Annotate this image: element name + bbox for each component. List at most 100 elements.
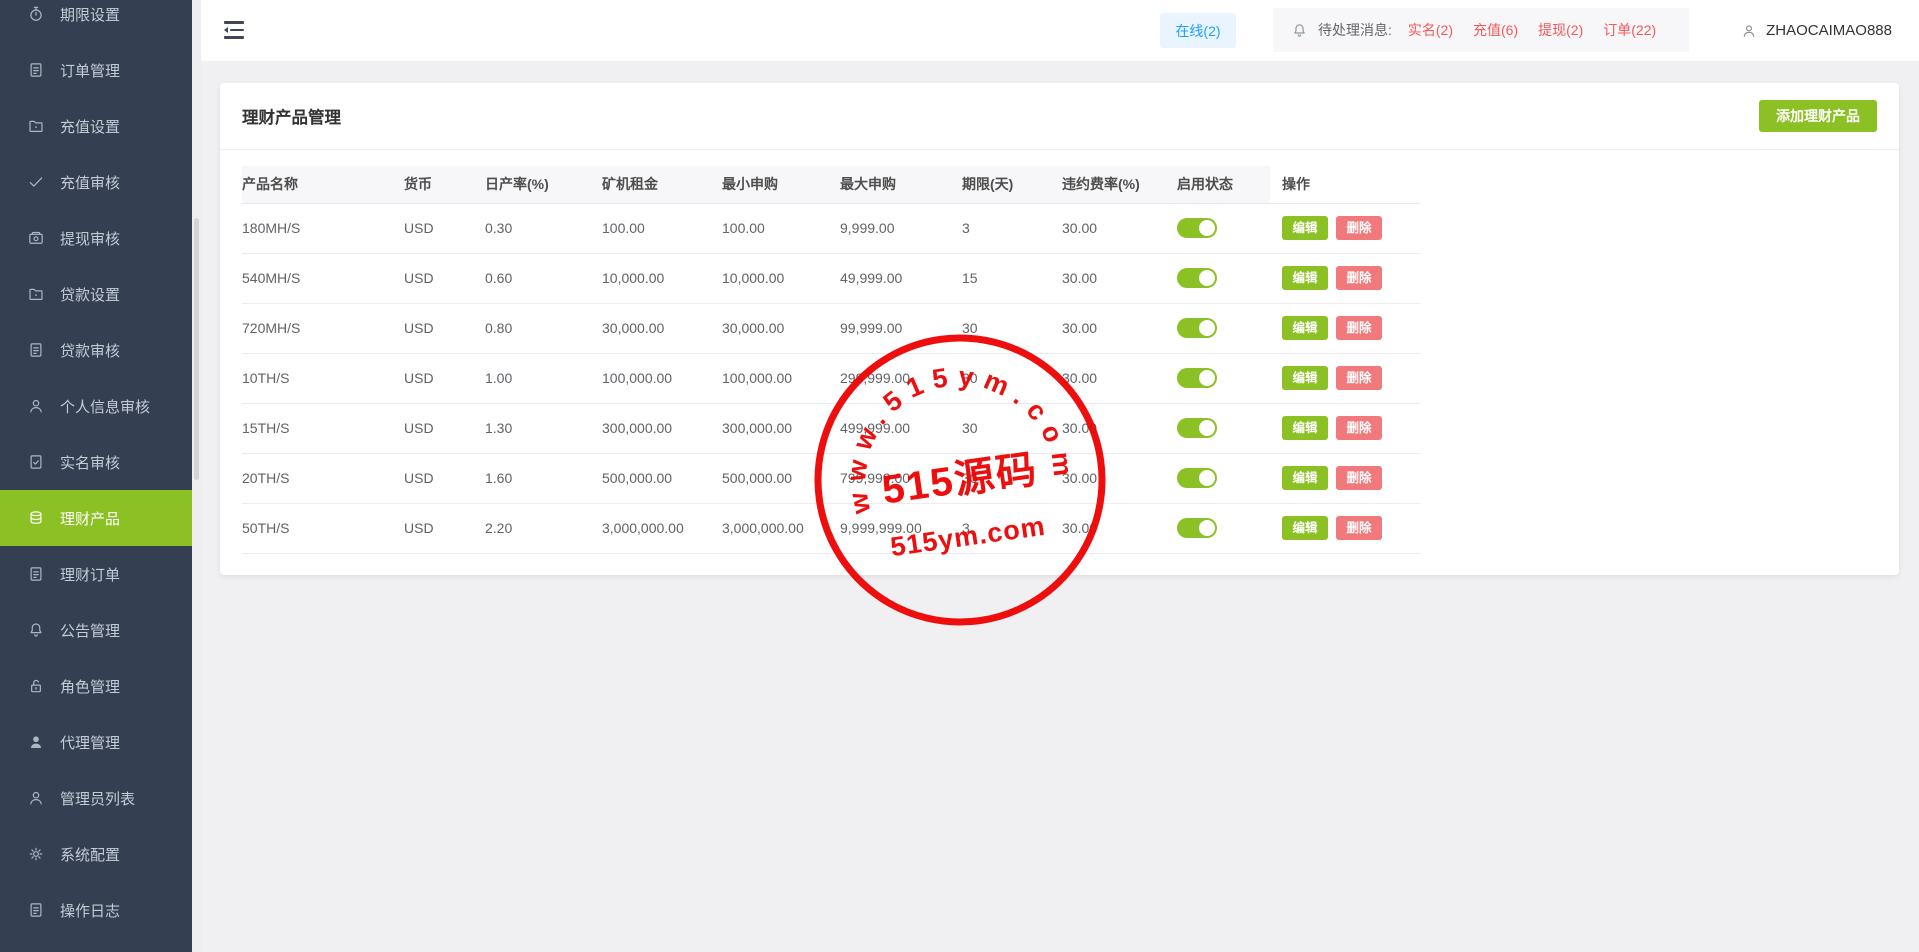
sidebar-item-11[interactable]: 公告管理 xyxy=(0,602,192,658)
cell-machine-rent: 500,000.00 xyxy=(602,453,722,503)
edit-button[interactable]: 编辑 xyxy=(1282,316,1328,340)
gear-icon xyxy=(27,845,45,863)
sidebar-item-15[interactable]: 系统配置 xyxy=(0,826,192,882)
cell-actions: 编辑删除 xyxy=(1270,353,1420,403)
pending-realname-link[interactable]: 实名(2) xyxy=(1408,20,1453,40)
sidebar-item-16[interactable]: 操作日志 xyxy=(0,882,192,938)
enable-toggle[interactable] xyxy=(1177,518,1217,538)
sidebar-item-3[interactable]: 充值审核 xyxy=(0,154,192,210)
column-header-1: 货币 xyxy=(404,166,485,203)
sidebar-menu: 期限设置订单管理充值设置充值审核提现审核贷款设置贷款审核个人信息审核实名审核理财… xyxy=(0,0,192,938)
cell-product-name: 180MH/S xyxy=(242,203,404,253)
folder-icon xyxy=(27,285,45,303)
table-row: 20TH/SUSD1.60500,000.00500,000.00799,999… xyxy=(242,453,1420,503)
enable-toggle[interactable] xyxy=(1177,368,1217,388)
cell-max-purchase: 799,999.00 xyxy=(840,453,962,503)
sidebar-item-7[interactable]: 个人信息审核 xyxy=(0,378,192,434)
cell-currency: USD xyxy=(404,303,485,353)
delete-button[interactable]: 删除 xyxy=(1336,416,1382,440)
enable-toggle[interactable] xyxy=(1177,318,1217,338)
hamburger-bar xyxy=(224,21,244,24)
page-title: 理财产品管理 xyxy=(242,104,341,128)
edit-button[interactable]: 编辑 xyxy=(1282,216,1328,240)
sidebar-item-label: 充值审核 xyxy=(60,172,120,193)
table-row: 720MH/SUSD0.8030,000.0030,000.0099,999.0… xyxy=(242,303,1420,353)
sidebar-item-5[interactable]: 贷款设置 xyxy=(0,266,192,322)
delete-button[interactable]: 删除 xyxy=(1336,466,1382,490)
pending-recharge-link[interactable]: 充值(6) xyxy=(1473,20,1518,40)
sidebar-item-label: 管理员列表 xyxy=(60,788,135,809)
sidebar-item-14[interactable]: 管理员列表 xyxy=(0,770,192,826)
user-menu[interactable]: ZHAOCAIMAO888 xyxy=(1741,0,1892,61)
sidebar-scrollbar-thumb[interactable] xyxy=(194,218,199,480)
cell-period-days: 30 xyxy=(962,353,1062,403)
cell-penalty-rate: 30.00 xyxy=(1062,403,1177,453)
cell-machine-rent: 100,000.00 xyxy=(602,353,722,403)
enable-toggle[interactable] xyxy=(1177,468,1217,488)
cell-actions: 编辑删除 xyxy=(1270,403,1420,453)
sidebar-item-label: 角色管理 xyxy=(60,676,120,697)
delete-button[interactable]: 删除 xyxy=(1336,516,1382,540)
bell-icon xyxy=(1291,22,1308,39)
online-count-badge[interactable]: 在线(2) xyxy=(1160,13,1236,48)
column-header-7: 违约费率(%) xyxy=(1062,166,1177,203)
cell-daily-rate: 0.80 xyxy=(485,303,602,353)
toggle-knob xyxy=(1199,320,1215,336)
column-header-3: 矿机租金 xyxy=(602,166,722,203)
cell-currency: USD xyxy=(404,453,485,503)
enable-toggle[interactable] xyxy=(1177,218,1217,238)
cell-daily-rate: 1.00 xyxy=(485,353,602,403)
sidebar-item-4[interactable]: 提现审核 xyxy=(0,210,192,266)
product-management-card: 理财产品管理 添加理财产品 产品名称货币日产率(%)矿机租金最小申购最大申购期限… xyxy=(220,83,1899,575)
cell-product-name: 10TH/S xyxy=(242,353,404,403)
edit-button[interactable]: 编辑 xyxy=(1282,266,1328,290)
sidebar-item-label: 理财订单 xyxy=(60,564,120,585)
toggle-knob xyxy=(1199,370,1215,386)
cell-daily-rate: 0.60 xyxy=(485,253,602,303)
cell-max-purchase: 9,999,999.00 xyxy=(840,503,962,553)
stopwatch-icon xyxy=(27,5,45,23)
sidebar-item-label: 系统配置 xyxy=(60,844,120,865)
app-root: 期限设置订单管理充值设置充值审核提现审核贷款设置贷款审核个人信息审核实名审核理财… xyxy=(0,0,1919,952)
folder-icon xyxy=(27,117,45,135)
sidebar-item-9[interactable]: 理财产品 xyxy=(0,490,192,546)
delete-button[interactable]: 删除 xyxy=(1336,216,1382,240)
add-product-button[interactable]: 添加理财产品 xyxy=(1759,100,1877,132)
delete-button[interactable]: 删除 xyxy=(1336,266,1382,290)
cell-min-purchase: 100,000.00 xyxy=(722,353,840,403)
cell-currency: USD xyxy=(404,353,485,403)
sidebar-item-1[interactable]: 订单管理 xyxy=(0,42,192,98)
card-body: 产品名称货币日产率(%)矿机租金最小申购最大申购期限(天)违约费率(%)启用状态… xyxy=(220,150,1899,554)
pending-withdraw-link[interactable]: 提现(2) xyxy=(1538,20,1583,40)
edit-button[interactable]: 编辑 xyxy=(1282,516,1328,540)
edit-button[interactable]: 编辑 xyxy=(1282,466,1328,490)
edit-button[interactable]: 编辑 xyxy=(1282,416,1328,440)
edit-button[interactable]: 编辑 xyxy=(1282,366,1328,390)
cell-daily-rate: 1.60 xyxy=(485,453,602,503)
cell-penalty-rate: 30.00 xyxy=(1062,303,1177,353)
sidebar-item-0[interactable]: 期限设置 xyxy=(0,0,192,42)
sidebar-item-12[interactable]: 角色管理 xyxy=(0,658,192,714)
enable-toggle[interactable] xyxy=(1177,268,1217,288)
cell-machine-rent: 30,000.00 xyxy=(602,303,722,353)
delete-button[interactable]: 删除 xyxy=(1336,366,1382,390)
pending-orders-link[interactable]: 订单(22) xyxy=(1603,20,1656,40)
enable-toggle[interactable] xyxy=(1177,418,1217,438)
document-icon xyxy=(27,341,45,359)
column-header-2: 日产率(%) xyxy=(485,166,602,203)
sidebar-item-13[interactable]: 代理管理 xyxy=(0,714,192,770)
table-row: 180MH/SUSD0.30100.00100.009,999.00330.00… xyxy=(242,203,1420,253)
collapse-sidebar-icon[interactable] xyxy=(224,21,244,38)
sidebar-item-2[interactable]: 充值设置 xyxy=(0,98,192,154)
cell-actions: 编辑删除 xyxy=(1270,253,1420,303)
table-body: 180MH/SUSD0.30100.00100.009,999.00330.00… xyxy=(242,203,1420,553)
cell-status xyxy=(1177,303,1270,353)
cell-product-name: 50TH/S xyxy=(242,503,404,553)
sidebar-item-label: 操作日志 xyxy=(60,900,120,921)
sidebar-item-8[interactable]: 实名审核 xyxy=(0,434,192,490)
sidebar-item-label: 实名审核 xyxy=(60,452,120,473)
sidebar-item-6[interactable]: 贷款审核 xyxy=(0,322,192,378)
delete-button[interactable]: 删除 xyxy=(1336,316,1382,340)
table-row: 10TH/SUSD1.00100,000.00100,000.00299,999… xyxy=(242,353,1420,403)
sidebar-item-10[interactable]: 理财订单 xyxy=(0,546,192,602)
